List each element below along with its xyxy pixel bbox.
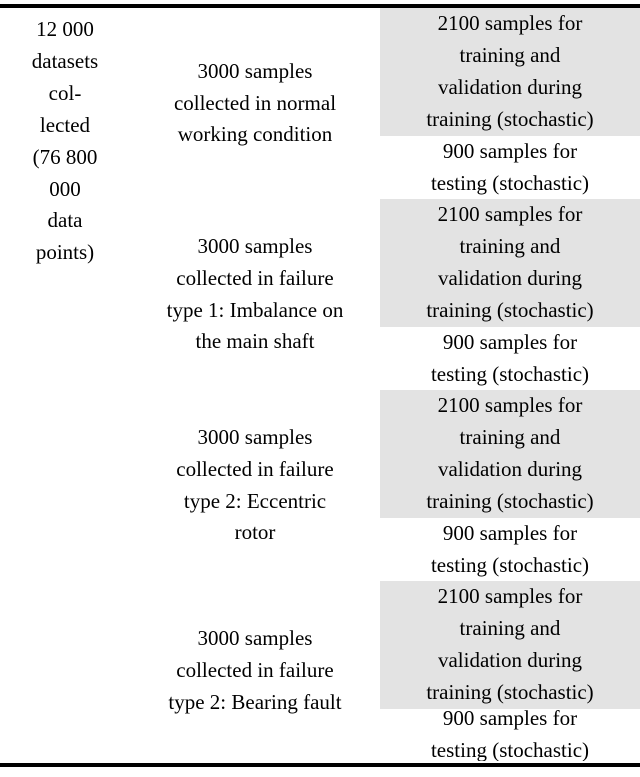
table-cell-condition-failure-1: 3000 samples collected in failure type 1…	[130, 199, 380, 390]
table-cell-total-datasets: 12 000 datasets col- lected (76 800 000 …	[0, 8, 130, 761]
train-split-failure-2-bearing-text: 2100 samples for training and validation…	[426, 584, 594, 704]
table-cell-test-split-failure-2-bearing: 900 samples for testing (stochastic)	[380, 709, 640, 761]
test-split-failure-1-text: 900 samples for testing (stochastic)	[430, 329, 590, 386]
dataset-split-table: 12 000 datasets col- lected (76 800 000 …	[0, 0, 640, 777]
table-cell-test-split-failure-2-eccentric: 900 samples for testing (stochastic)	[380, 518, 640, 581]
train-split-normal-text: 2100 samples for training and validation…	[426, 11, 594, 131]
table-cell-condition-failure-2-bearing: 3000 samples collected in failure type 2…	[130, 581, 380, 761]
train-split-failure-1-text: 2100 samples for training and validation…	[426, 202, 594, 322]
table-cell-condition-failure-2-eccentric: 3000 samples collected in failure type 2…	[130, 390, 380, 581]
table-cell-test-split-normal: 900 samples for testing (stochastic)	[380, 136, 640, 199]
test-split-failure-2-bearing-text: 900 samples for testing (stochastic)	[430, 709, 590, 761]
table-cell-train-split-failure-2-bearing: 2100 samples for training and validation…	[380, 581, 640, 709]
table-bottom-rule	[0, 763, 640, 767]
condition-normal-text: 3000 samples collected in normal working…	[173, 58, 337, 147]
table-cell-train-split-normal: 2100 samples for training and validation…	[380, 8, 640, 136]
table-cell-train-split-failure-2-eccentric: 2100 samples for training and validation…	[380, 390, 640, 518]
condition-failure-2-eccentric-text: 3000 samples collected in failure type 2…	[176, 424, 334, 545]
condition-failure-2-bearing-text: 3000 samples collected in failure type 2…	[168, 626, 342, 714]
test-split-normal-text: 900 samples for testing (stochastic)	[430, 138, 590, 195]
train-split-failure-2-eccentric-text: 2100 samples for training and validation…	[426, 393, 594, 513]
table-cell-condition-normal: 3000 samples collected in normal working…	[130, 8, 380, 199]
table-cell-train-split-failure-1: 2100 samples for training and validation…	[380, 199, 640, 327]
total-datasets-text: 12 000 datasets col- lected (76 800 000 …	[31, 17, 99, 265]
table-cell-test-split-failure-1: 900 samples for testing (stochastic)	[380, 327, 640, 390]
condition-failure-1-text: 3000 samples collected in failure type 1…	[166, 233, 344, 354]
table-grid: 12 000 datasets col- lected (76 800 000 …	[0, 8, 640, 763]
test-split-failure-2-eccentric-text: 900 samples for testing (stochastic)	[430, 520, 590, 577]
